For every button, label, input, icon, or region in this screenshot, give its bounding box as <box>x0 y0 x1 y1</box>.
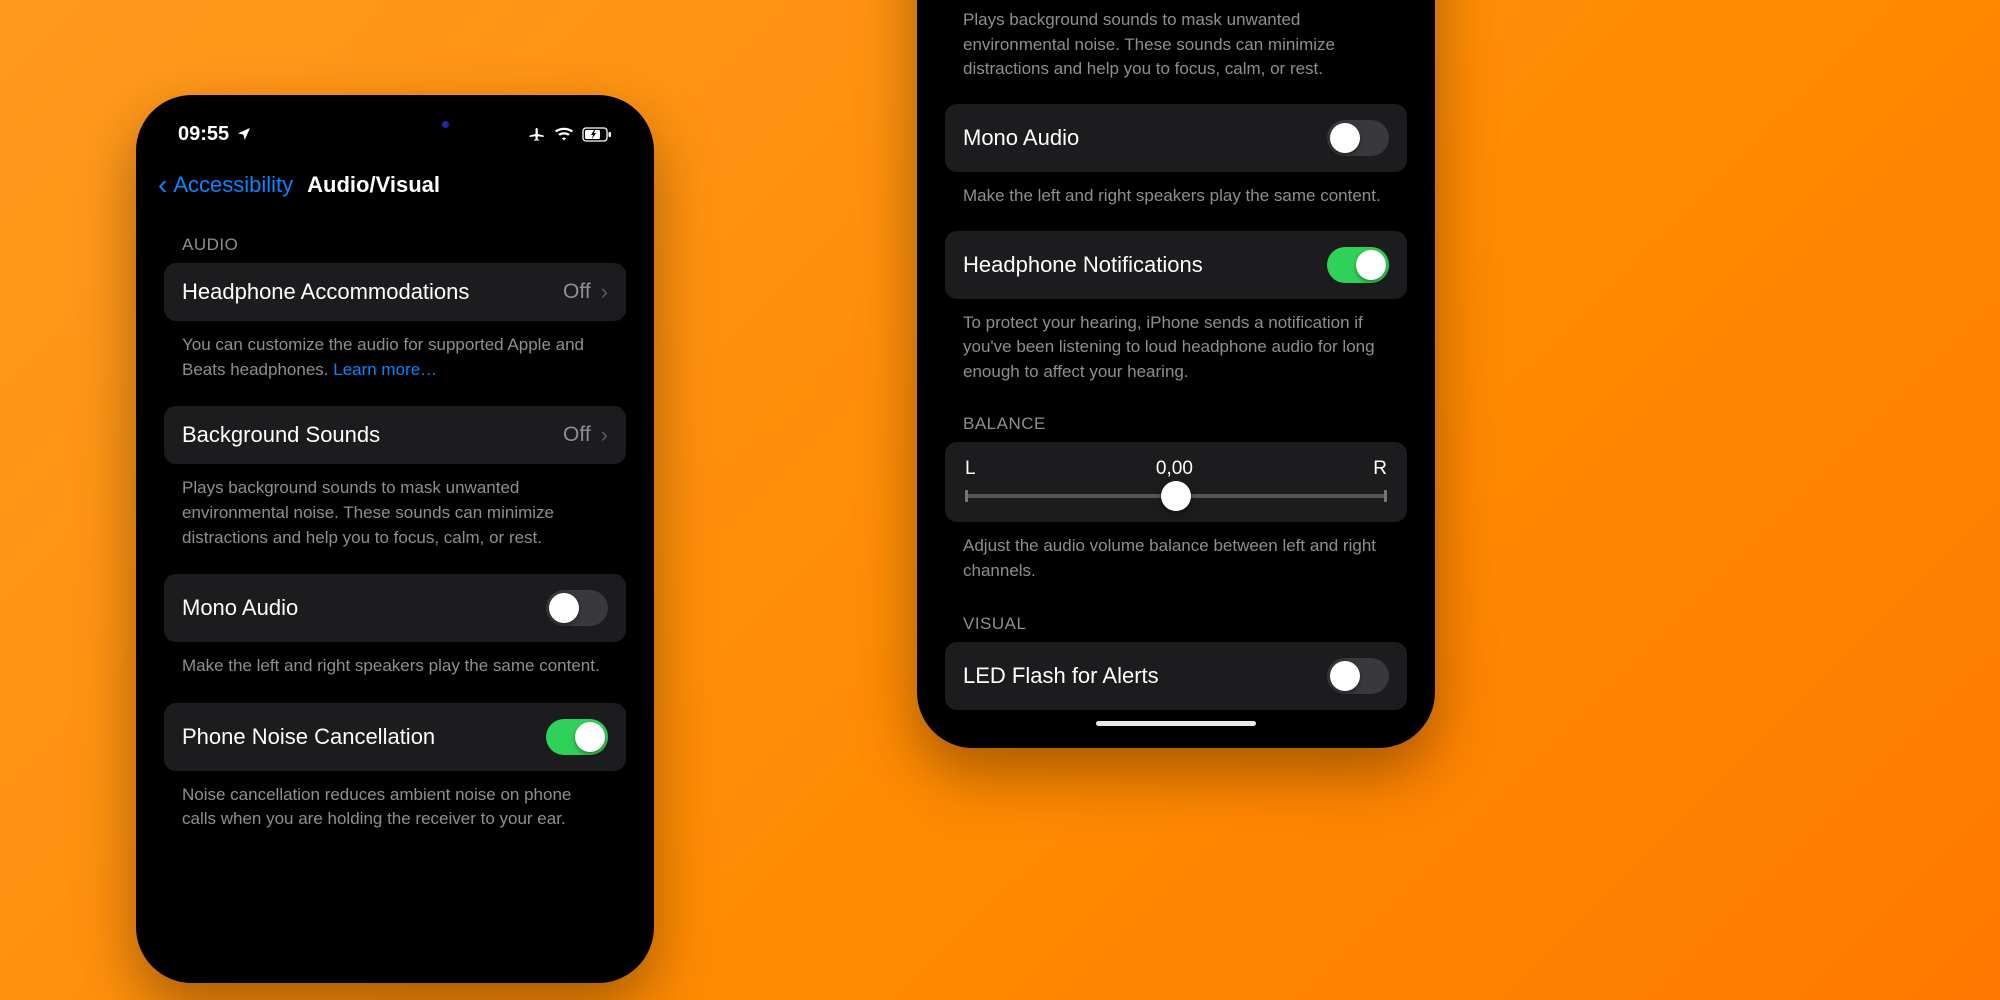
chevron-right-icon: › <box>601 422 608 448</box>
footer-background-sounds: Plays background sounds to mask unwanted… <box>931 4 1421 86</box>
chevron-right-icon: › <box>601 279 608 305</box>
settings-content[interactable]: Plays background sounds to mask unwanted… <box>931 4 1421 734</box>
mute-switch[interactable] <box>136 239 137 273</box>
toggle-phone-noise-cancellation[interactable] <box>546 719 608 755</box>
row-label: Headphone Notifications <box>963 252 1203 278</box>
row-label: Mono Audio <box>963 125 1079 151</box>
settings-content[interactable]: AUDIO Headphone Accommodations Off › You… <box>150 209 640 969</box>
footer-phone-noise-cancellation: Noise cancellation reduces ambient noise… <box>150 771 640 836</box>
nav-bar: ‹ Accessibility Audio/Visual <box>150 161 640 209</box>
learn-more-link[interactable]: Learn more… <box>333 360 437 379</box>
footer-mono-audio: Make the left and right speakers play th… <box>931 172 1421 213</box>
notch <box>285 109 505 139</box>
footer-mono-audio: Make the left and right speakers play th… <box>150 642 640 683</box>
balance-value: 0,00 <box>1156 458 1193 480</box>
group-header-balance: BALANCE <box>931 388 1421 442</box>
balance-left-label: L <box>965 458 976 480</box>
row-label: Mono Audio <box>182 595 298 621</box>
toggle-headphone-notifications[interactable] <box>1327 247 1389 283</box>
side-button[interactable] <box>1434 194 1435 284</box>
phone-left: 09:55 ‹ Accessibility Audio/Visual AUDI <box>136 95 654 983</box>
nav-title: Audio/Visual <box>307 172 440 198</box>
row-mono-audio: Mono Audio <box>945 104 1407 172</box>
row-headphone-notifications: Headphone Notifications <box>945 231 1407 299</box>
balance-slider[interactable] <box>965 494 1387 498</box>
back-button[interactable]: Accessibility <box>173 172 293 198</box>
row-label: Headphone Accommodations <box>182 279 469 305</box>
footer-background-sounds: Plays background sounds to mask unwanted… <box>150 464 640 554</box>
row-label: LED Flash for Alerts <box>963 663 1159 689</box>
airplane-icon <box>528 125 546 143</box>
row-background-sounds[interactable]: Background Sounds Off › <box>164 406 626 464</box>
volume-down-button[interactable] <box>136 371 137 433</box>
wifi-icon <box>554 126 574 142</box>
phone-right: Plays background sounds to mask unwanted… <box>917 0 1435 748</box>
balance-right-label: R <box>1373 458 1387 480</box>
balance-card: L 0,00 R <box>945 442 1407 522</box>
volume-up-button[interactable] <box>136 299 137 361</box>
row-label: Phone Noise Cancellation <box>182 724 435 750</box>
row-value: Off <box>563 423 591 447</box>
screen: Plays background sounds to mask unwanted… <box>931 0 1421 734</box>
home-indicator[interactable] <box>1096 721 1256 726</box>
screen: 09:55 ‹ Accessibility Audio/Visual AUDI <box>150 109 640 969</box>
row-value: Off <box>563 280 591 304</box>
footer-headphone-accommodations: You can customize the audio for supporte… <box>150 321 640 386</box>
group-header-visual: VISUAL <box>931 588 1421 642</box>
back-chevron-icon[interactable]: ‹ <box>158 171 167 199</box>
group-header-audio: AUDIO <box>150 209 640 263</box>
row-led-flash-alerts: LED Flash for Alerts <box>945 642 1407 710</box>
footer-balance: Adjust the audio volume balance between … <box>931 522 1421 587</box>
camera-dot <box>442 121 449 128</box>
toggle-mono-audio[interactable] <box>546 590 608 626</box>
battery-icon <box>582 127 612 142</box>
row-headphone-accommodations[interactable]: Headphone Accommodations Off › <box>164 263 626 321</box>
footer-headphone-notifications: To protect your hearing, iPhone sends a … <box>931 299 1421 389</box>
slider-thumb[interactable] <box>1161 481 1191 511</box>
row-label: Background Sounds <box>182 422 380 448</box>
toggle-mono-audio[interactable] <box>1327 120 1389 156</box>
row-phone-noise-cancellation: Phone Noise Cancellation <box>164 703 626 771</box>
toggle-led-flash-alerts[interactable] <box>1327 658 1389 694</box>
row-mono-audio: Mono Audio <box>164 574 626 642</box>
status-time: 09:55 <box>178 123 229 146</box>
location-icon <box>236 126 252 142</box>
